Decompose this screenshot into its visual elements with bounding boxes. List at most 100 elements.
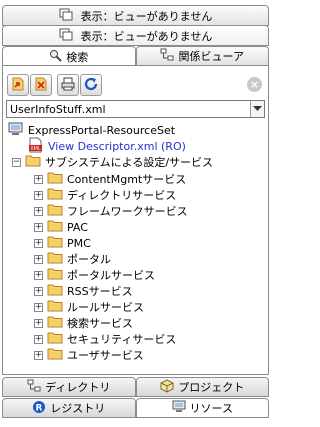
xml-file-icon: XML: [28, 137, 44, 156]
tab-label: 表示：ビューがありません: [80, 9, 213, 23]
directory-icon: [27, 379, 41, 395]
collapse-icon[interactable]: −: [12, 157, 21, 167]
refresh-button[interactable]: [80, 74, 102, 96]
tab-label: 表示：ビューがありません: [80, 29, 213, 43]
view-icon: [59, 28, 73, 44]
tree-item-label: フレームワークサービス: [67, 205, 188, 218]
resource-panel: × UserInfoStuff.xml ExpressPortal-Resour…: [2, 65, 269, 375]
toolbar: [7, 74, 103, 96]
tree-group[interactable]: − サブシステムによる設定/サービス: [12, 154, 213, 170]
tab-label: 関係ビューア: [178, 50, 245, 63]
tab-directory[interactable]: ディレクトリ: [2, 377, 136, 397]
folder-icon: [47, 347, 63, 363]
folder-icon: [47, 171, 63, 187]
tab-no-view-1[interactable]: 表示：ビューがありません: [2, 5, 269, 26]
tab-no-view-2[interactable]: 表示：ビューがありません: [2, 25, 269, 46]
new-icon: [10, 76, 26, 95]
delete-button[interactable]: [30, 74, 52, 96]
tree-item[interactable]: + ContentMgmtサービス: [34, 171, 186, 187]
refresh-icon: [83, 76, 99, 95]
svg-text:R: R: [36, 403, 43, 413]
tree-item[interactable]: + ポータル: [34, 251, 111, 267]
tree-item-label: ユーザサービス: [67, 349, 144, 362]
tree-item-label: ポータルサービス: [67, 269, 155, 282]
tab-label: リソース: [189, 402, 233, 415]
expand-icon[interactable]: +: [34, 254, 43, 264]
svg-text:XML: XML: [30, 146, 41, 152]
resource-set-icon: [8, 122, 24, 139]
expand-icon[interactable]: +: [34, 238, 43, 248]
print-icon: [60, 76, 76, 95]
tree-item[interactable]: + 検索サービス: [34, 315, 133, 331]
expand-icon[interactable]: +: [34, 190, 43, 200]
tab-label: プロジェクト: [178, 381, 245, 394]
expand-icon[interactable]: +: [34, 286, 43, 296]
file-select[interactable]: UserInfoStuff.xml: [6, 100, 265, 118]
new-button[interactable]: [7, 74, 29, 96]
folder-icon: [47, 219, 63, 235]
folder-icon: [47, 251, 63, 267]
tree-item[interactable]: + RSSサービス: [34, 283, 133, 299]
tree-item-label: ディレクトリサービス: [67, 189, 177, 202]
folder-icon: [25, 154, 41, 170]
bottom-tab-row: ディレクトリ プロジェクト: [2, 377, 269, 397]
folder-icon: [47, 299, 63, 315]
tab-project[interactable]: プロジェクト: [135, 377, 269, 397]
tree-root-label: ExpressPortal-ResourceSet: [28, 123, 176, 137]
tab-registry[interactable]: R レジストリ: [2, 398, 136, 418]
folder-icon: [47, 267, 63, 283]
tab-label: レジストリ: [50, 402, 106, 415]
expand-icon[interactable]: +: [34, 222, 43, 232]
close-icon[interactable]: ×: [247, 77, 262, 92]
registry-icon: R: [32, 400, 46, 417]
tree-item-label: PAC: [67, 220, 88, 234]
expand-icon[interactable]: +: [34, 302, 43, 312]
expand-icon[interactable]: +: [34, 270, 43, 280]
tab-relationship-viewer[interactable]: 関係ビューア: [135, 46, 269, 66]
folder-icon: [47, 283, 63, 299]
tab-label: ディレクトリ: [45, 381, 111, 394]
tree-item-label: ポータル: [67, 253, 111, 266]
bottom-tab-row: R レジストリ リソース: [2, 398, 269, 418]
expand-icon[interactable]: +: [34, 318, 43, 328]
tree-item[interactable]: + PMC: [34, 235, 91, 251]
magnifier-icon: [49, 49, 62, 65]
tree-item-label: RSSサービス: [67, 285, 133, 298]
tree-item[interactable]: + セキュリティサービス: [34, 331, 176, 347]
folder-icon: [47, 187, 63, 203]
tree-item[interactable]: + ディレクトリサービス: [34, 187, 176, 203]
tab-resource[interactable]: リソース: [135, 398, 269, 418]
chevron-down-icon[interactable]: [250, 101, 264, 117]
tree-group-label: サブシステムによる設定/サービス: [45, 156, 214, 169]
tree-item-label: 検索サービス: [67, 317, 133, 330]
view-icon: [59, 8, 73, 24]
tree-item-label: ContentMgmtサービス: [67, 173, 187, 186]
tab-search[interactable]: 検索: [2, 46, 136, 66]
tree-item[interactable]: + PAC: [34, 219, 88, 235]
folder-icon: [47, 235, 63, 251]
view-tab-bar: 検索 関係ビューア: [2, 46, 269, 66]
project-icon: [160, 378, 174, 396]
tree-item[interactable]: + ユーザサービス: [34, 347, 144, 363]
file-select-value: UserInfoStuff.xml: [10, 102, 106, 116]
resource-icon: [172, 400, 186, 416]
relationship-icon: [160, 48, 174, 64]
folder-icon: [47, 331, 63, 347]
tab-label: 検索: [66, 50, 89, 64]
delete-icon: [33, 76, 49, 95]
tree-descriptor[interactable]: XML View Descriptor.xml (RO): [28, 137, 186, 156]
expand-icon[interactable]: +: [34, 206, 43, 216]
tree-item-label: ルールサービス: [67, 301, 144, 314]
print-button[interactable]: [57, 74, 79, 96]
tree-item[interactable]: + ルールサービス: [34, 299, 144, 315]
folder-icon: [47, 315, 63, 331]
tree-item-label: PMC: [67, 236, 91, 250]
expand-icon[interactable]: +: [34, 350, 43, 360]
tree-item[interactable]: + フレームワークサービス: [34, 203, 188, 219]
tree-item[interactable]: + ポータルサービス: [34, 267, 155, 283]
folder-icon: [47, 203, 63, 219]
expand-icon[interactable]: +: [34, 334, 43, 344]
tree-descriptor-label: View Descriptor.xml (RO): [48, 139, 186, 153]
tree-item-label: セキュリティサービス: [67, 333, 177, 346]
expand-icon[interactable]: +: [34, 174, 43, 184]
